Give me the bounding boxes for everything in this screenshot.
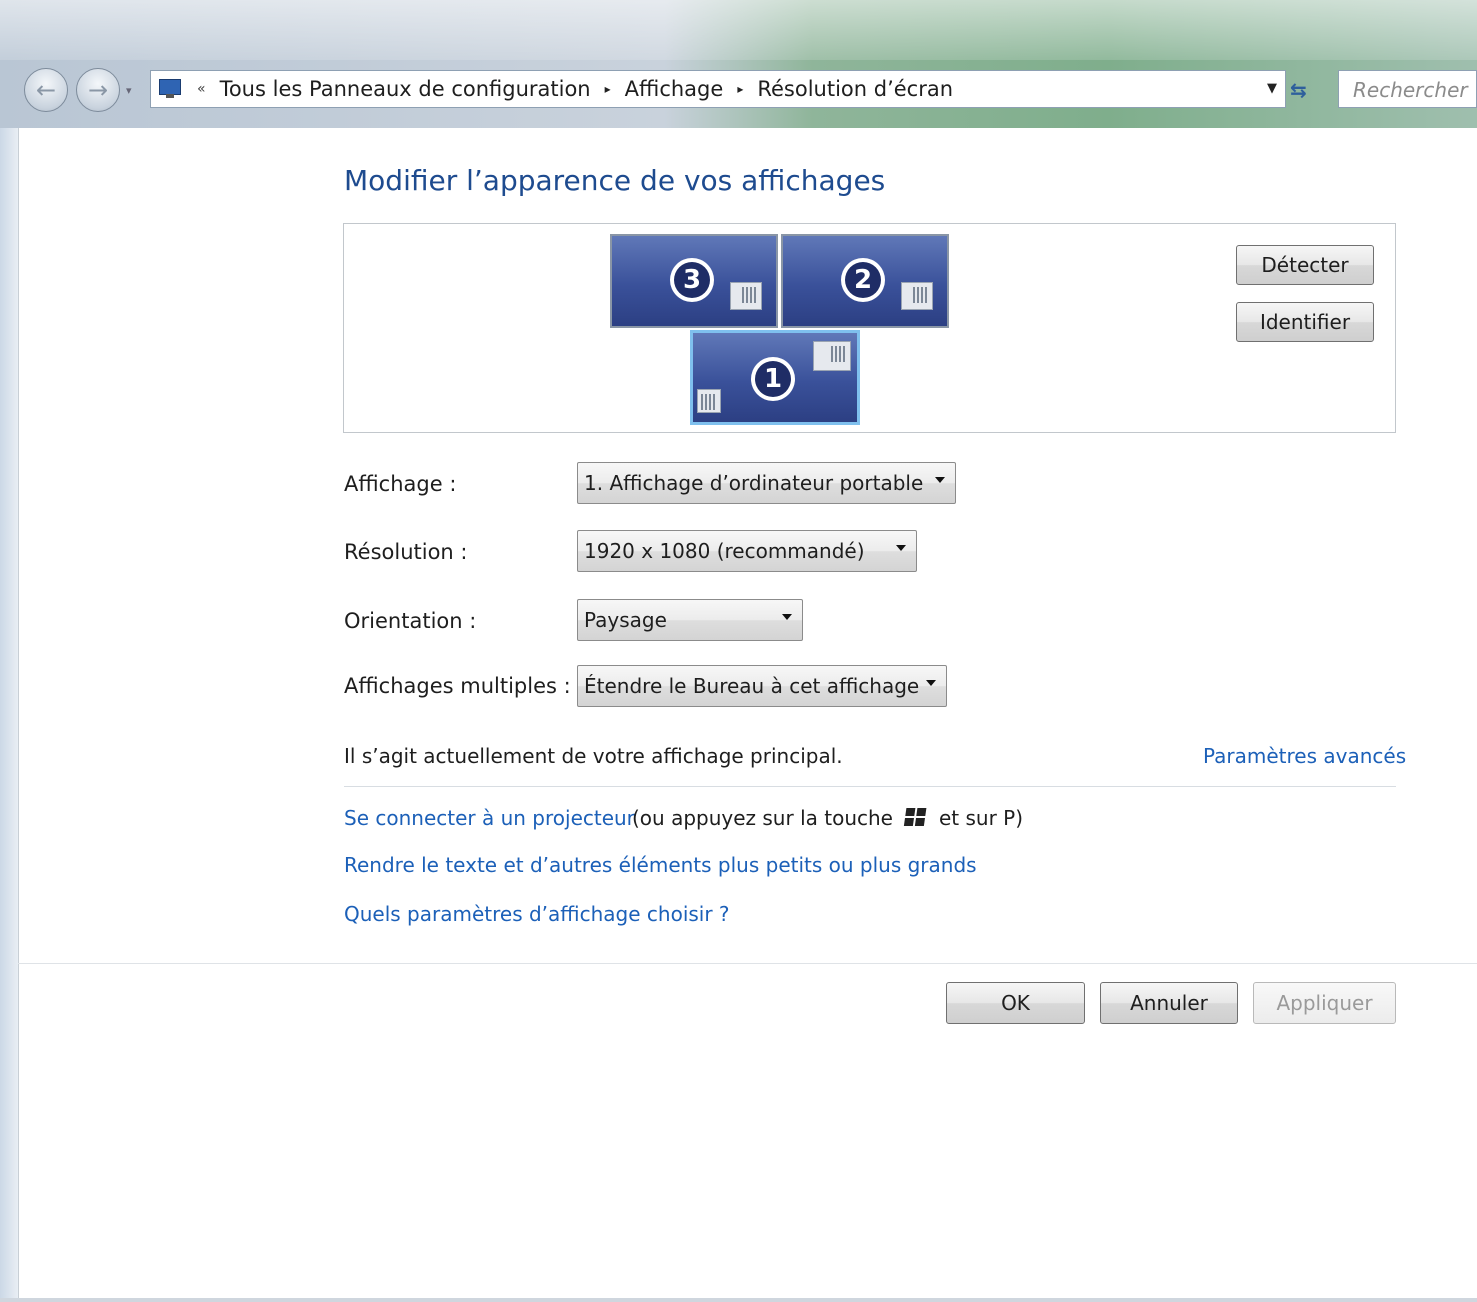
detect-button[interactable]: Détecter — [1236, 245, 1374, 285]
forward-button[interactable]: → — [76, 68, 120, 112]
window-titlebar — [0, 0, 1477, 128]
breadcrumb-overflow[interactable]: « — [197, 81, 206, 97]
resolution-label: Résolution : — [344, 540, 468, 564]
dropdown-arrow-icon — [935, 477, 945, 483]
monitor-number-badge: 2 — [841, 258, 885, 302]
back-button[interactable]: ← — [24, 68, 68, 112]
address-bar[interactable]: « Tous les Panneaux de configuration ▸ A… — [150, 70, 1286, 108]
identify-button[interactable]: Identifier — [1236, 302, 1374, 342]
monitor-1[interactable]: 1 — [690, 330, 860, 425]
monitor-icon — [697, 389, 721, 413]
ok-button[interactable]: OK — [946, 982, 1085, 1024]
breadcrumb-separator[interactable]: ▸ — [605, 82, 611, 96]
monitor-icon — [813, 341, 851, 371]
recent-pages-dropdown[interactable]: ▾ — [126, 84, 132, 97]
window-left-border — [0, 128, 19, 1302]
search-input[interactable]: Rechercher — [1338, 70, 1477, 108]
monitor-number-badge: 3 — [670, 258, 714, 302]
dropdown-arrow-icon — [782, 614, 792, 620]
orientation-label: Orientation : — [344, 609, 477, 633]
cancel-button[interactable]: Annuler — [1100, 982, 1238, 1024]
titlebar-glass — [0, 0, 1477, 60]
connect-projector-link[interactable]: Se connecter à un projecteur — [344, 806, 635, 830]
monitor-3[interactable]: 3 — [610, 234, 778, 328]
which-settings-link[interactable]: Quels paramètres d’affichage choisir ? — [344, 902, 730, 926]
divider — [344, 786, 1396, 787]
control-panel-icon — [159, 79, 183, 99]
monitor-icon — [730, 282, 762, 310]
resolution-select[interactable]: 1920 x 1080 (recommandé) — [577, 530, 917, 572]
dropdown-arrow-icon — [926, 680, 936, 686]
projector-shortcut-hint: (ou appuyez sur la touche et sur P) — [632, 806, 1023, 830]
window-bottom-border — [0, 1298, 1477, 1302]
resolution-select-value: 1920 x 1080 (recommandé) — [584, 539, 865, 563]
projector-hint-text: et sur P) — [938, 806, 1024, 830]
search-placeholder: Rechercher — [1353, 78, 1468, 102]
primary-display-info: Il s’agit actuellement de votre affichag… — [344, 744, 843, 768]
multiple-displays-label: Affichages multiples : — [344, 674, 571, 698]
display-select-value: 1. Affichage d’ordinateur portable — [584, 471, 924, 495]
apply-button[interactable]: Appliquer — [1253, 982, 1396, 1024]
multiple-displays-select-value: Étendre le Bureau à cet affichage — [584, 674, 920, 698]
breadcrumb-display[interactable]: Affichage — [625, 77, 724, 101]
orientation-select[interactable]: Paysage — [577, 599, 803, 641]
breadcrumb-control-panel[interactable]: Tous les Panneaux de configuration — [220, 77, 591, 101]
monitor-2[interactable]: 2 — [781, 234, 949, 328]
projector-hint-text: (ou appuyez sur la touche — [632, 806, 893, 830]
refresh-icon[interactable]: ⇆ — [1290, 78, 1307, 102]
windows-key-icon — [903, 808, 929, 828]
monitor-icon — [901, 282, 933, 310]
breadcrumb-separator[interactable]: ▸ — [737, 82, 743, 96]
display-select[interactable]: 1. Affichage d’ordinateur portable — [577, 462, 956, 504]
text-size-link[interactable]: Rendre le texte et d’autres éléments plu… — [344, 853, 977, 877]
page-title: Modifier l’apparence de vos affichages — [344, 164, 886, 197]
monitor-number-badge: 1 — [751, 357, 795, 401]
dropdown-arrow-icon — [896, 545, 906, 551]
display-label: Affichage : — [344, 472, 457, 496]
address-dropdown-icon[interactable]: ▼ — [1267, 81, 1277, 96]
forward-arrow-icon: → — [87, 76, 109, 104]
divider — [18, 963, 1477, 964]
breadcrumb-resolution[interactable]: Résolution d’écran — [757, 77, 953, 101]
multiple-displays-select[interactable]: Étendre le Bureau à cet affichage — [577, 665, 947, 707]
advanced-settings-link[interactable]: Paramètres avancés — [1203, 744, 1406, 768]
orientation-select-value: Paysage — [584, 608, 667, 632]
back-arrow-icon: ← — [35, 76, 57, 104]
